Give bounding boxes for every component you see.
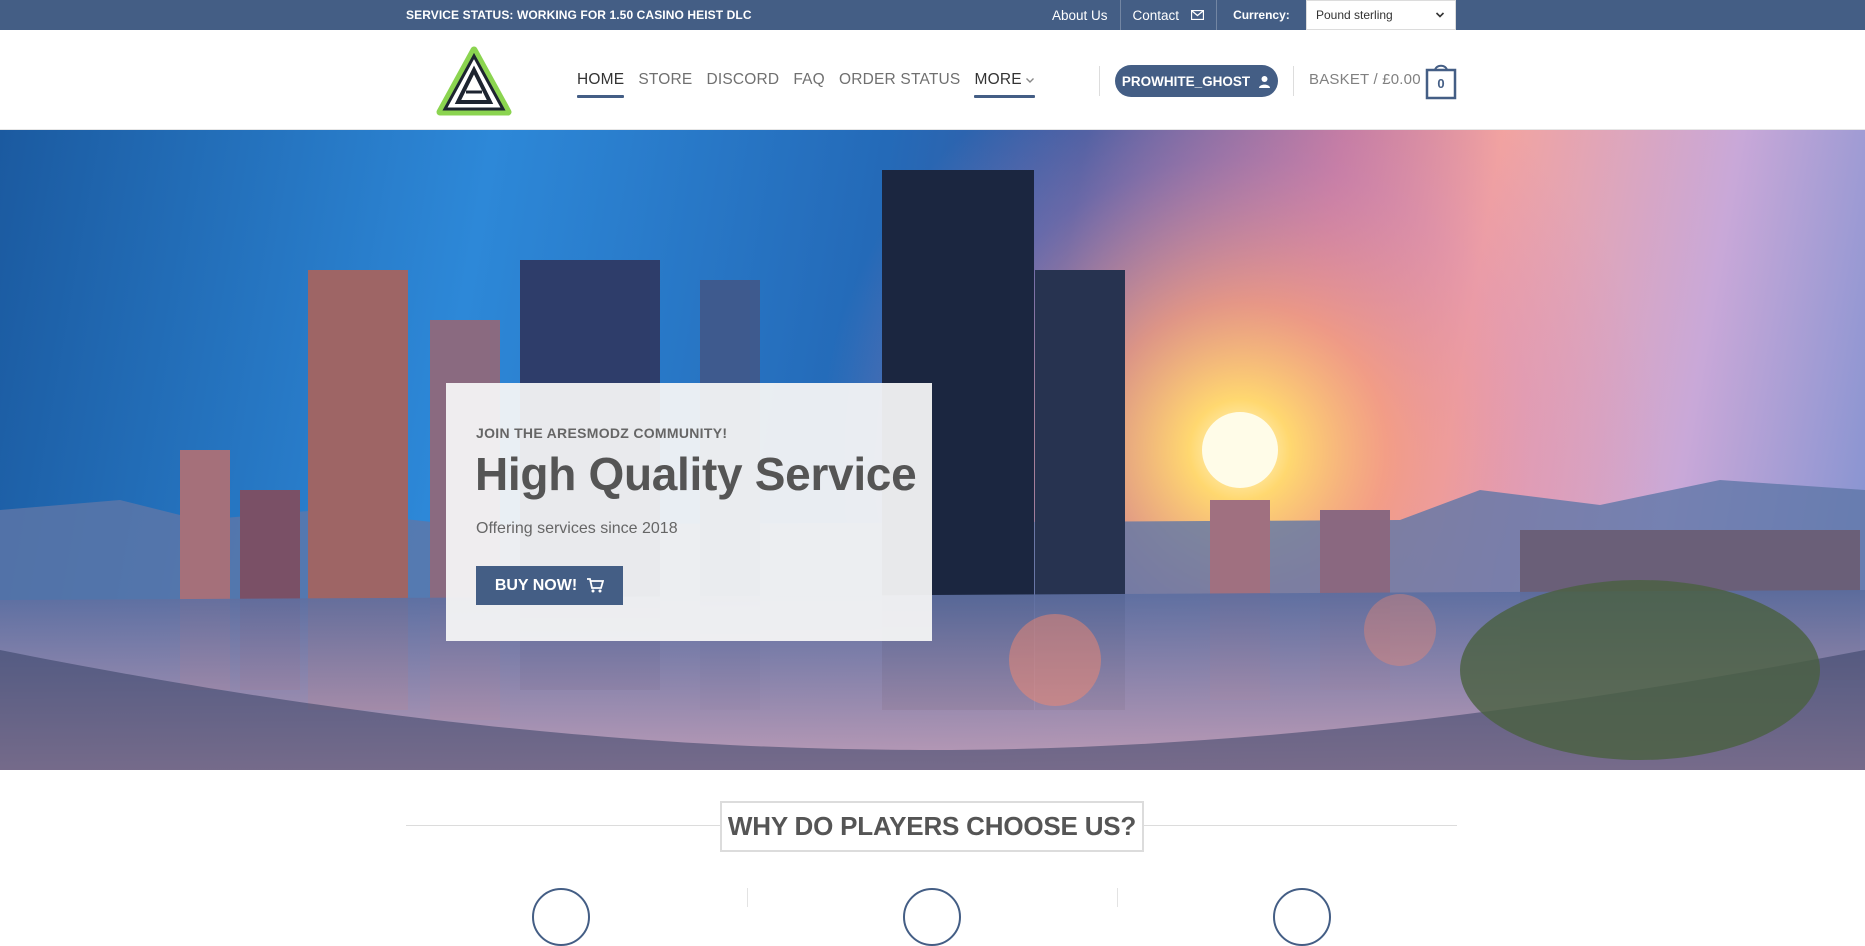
hero-banner: JOIN THE ARESMODZ COMMUNITY! High Qualit…: [0, 130, 1865, 770]
divider: [1099, 66, 1100, 96]
service-status-text: SERVICE STATUS: WORKING FOR 1.50 CASINO …: [406, 8, 752, 22]
account-username: PROWHITE_GHOST: [1121, 73, 1251, 89]
nav-more-label: MORE: [974, 71, 1022, 88]
hero-title: High Quality Service: [475, 448, 917, 500]
basket-link[interactable]: BASKET / £0.00: [1309, 30, 1421, 130]
chevron-down-icon: [1435, 12, 1445, 18]
feature-support-icon: [1273, 888, 1331, 946]
site-header: HOME STORE DISCORD FAQ ORDER STATUS MORE…: [0, 30, 1865, 130]
about-us-link[interactable]: About Us: [1040, 8, 1120, 23]
main-nav: HOME STORE DISCORD FAQ ORDER STATUS MORE: [577, 30, 1049, 130]
hero-kicker: JOIN THE ARESMODZ COMMUNITY!: [476, 425, 728, 441]
user-icon: [1259, 75, 1271, 88]
about-us-label: About Us: [1052, 7, 1108, 23]
why-heading: WHY DO PLAYERS CHOOSE US?: [720, 801, 1144, 852]
nav-home[interactable]: HOME: [577, 30, 625, 130]
nav-store-label: STORE: [638, 71, 693, 88]
nav-order-status-label: ORDER STATUS: [838, 71, 961, 88]
hero-subtitle: Offering services since 2018: [476, 520, 678, 537]
account-button[interactable]: PROWHITE_GHOST: [1115, 65, 1278, 97]
basket-count: 0: [1437, 76, 1445, 91]
chevron-down-icon: [1025, 78, 1034, 83]
divider: [1293, 66, 1294, 96]
feature-shield-icon: [903, 888, 961, 946]
nav-faq-label: FAQ: [793, 71, 825, 88]
nav-more[interactable]: MORE: [974, 30, 1035, 130]
contact-label: Contact: [1132, 7, 1180, 23]
active-underline: [974, 95, 1035, 98]
hero-card: JOIN THE ARESMODZ COMMUNITY! High Qualit…: [446, 383, 932, 641]
divider: [1117, 888, 1118, 907]
currency-label: Currency:: [1233, 8, 1290, 22]
top-links: About Us Contact Currency:: [1040, 0, 1306, 30]
hero-background-image: [0, 130, 1865, 770]
buy-now-label: BUY NOW!: [494, 576, 578, 594]
top-bar: SERVICE STATUS: WORKING FOR 1.50 CASINO …: [0, 0, 1865, 30]
nav-order-status[interactable]: ORDER STATUS: [839, 30, 961, 130]
nav-faq[interactable]: FAQ: [793, 30, 825, 130]
site-logo[interactable]: [436, 46, 512, 116]
currency-selected-value: Pound sterling: [1316, 8, 1393, 22]
buy-now-button[interactable]: BUY NOW!: [476, 566, 623, 605]
divider: [747, 888, 748, 907]
nav-discord[interactable]: DISCORD: [706, 30, 779, 130]
contact-link[interactable]: Contact: [1121, 8, 1217, 23]
mail-icon: [1191, 10, 1205, 20]
cart-icon: [587, 578, 605, 593]
nav-store[interactable]: STORE: [638, 30, 692, 130]
currency-select[interactable]: Pound sterling: [1306, 0, 1456, 30]
feature-rocket-icon: [532, 888, 590, 946]
active-underline: [577, 95, 625, 98]
nav-discord-label: DISCORD: [706, 71, 780, 88]
nav-home-label: HOME: [577, 71, 625, 88]
